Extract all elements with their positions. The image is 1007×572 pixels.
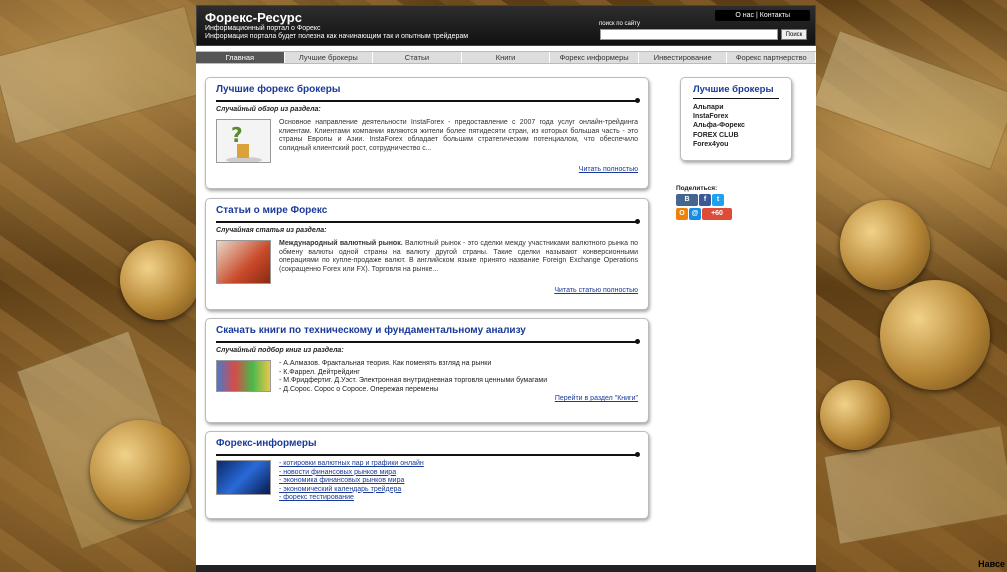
site-footer: [196, 565, 816, 572]
informer-link[interactable]: - форекс тестирование: [279, 494, 354, 501]
brokers-box: Лучшие форекс брокеры Случайный обзор из…: [205, 77, 649, 189]
sidebar-item-instaforex[interactable]: InstaForex: [693, 112, 779, 121]
informers-box-title[interactable]: Форекс-информеры: [216, 438, 638, 449]
charts-pen-image: [216, 240, 271, 284]
list-item[interactable]: - новости финансовых рынков мира: [279, 469, 424, 478]
brokers-read-more-link[interactable]: Читать полностью: [216, 166, 638, 173]
informers-list: - котировки валютных пар и графики онлай…: [279, 460, 424, 503]
share-counter: +60: [711, 210, 723, 217]
brokers-box-subtitle: Случайный обзор из раздела:: [216, 106, 321, 113]
main-nav: Главная Лучшие брокеры Статьи Книги Форе…: [196, 51, 817, 64]
books-list: - А.Алмазов. Фрактальная теория. Как пом…: [279, 360, 547, 394]
articles-box-title[interactable]: Статьи о мире Форекс: [216, 205, 638, 216]
sidebar-item-alfa-forex[interactable]: Альфа-Форекс: [693, 121, 779, 130]
share-label: Поделиться:: [676, 185, 718, 192]
list-item[interactable]: - форекс тестирование: [279, 494, 424, 503]
search-input[interactable]: [600, 29, 778, 40]
google-plus-share-icon[interactable]: +60: [702, 208, 732, 220]
search-button[interactable]: Поиск: [781, 29, 807, 40]
informers-box: Форекс-информеры - котировки валютных па…: [205, 431, 649, 519]
books-section-link[interactable]: Перейти в раздел "Книги": [216, 395, 638, 402]
sidebar-item-forex-club[interactable]: FOREX CLUB: [693, 131, 779, 140]
articles-box: Статьи о мире Форекс Случайная статья из…: [205, 198, 649, 310]
books-box-subtitle: Случайный подбор книг из раздела:: [216, 347, 344, 354]
divider: [693, 98, 779, 99]
site-title[interactable]: Форекс-Ресурс: [205, 10, 302, 25]
list-item[interactable]: - экономический календарь трейдера: [279, 486, 424, 495]
site-header: Форекс-Ресурс Информационный портал о Фо…: [196, 5, 816, 46]
share-panel: Поделиться: Вft О @ +60: [676, 185, 733, 220]
mail-share-icon[interactable]: @: [689, 208, 701, 220]
books-box: Скачать книги по техническому и фундамен…: [205, 318, 649, 423]
nav-item-books[interactable]: Книги: [462, 52, 551, 63]
list-item: - М.Фридфертиг. Д.Уэст. Электронная внут…: [279, 377, 548, 384]
brokers-box-text: Основное направление деятельности InstaF…: [279, 119, 638, 152]
page-container: Форекс-Ресурс Информационный портал о Фо…: [196, 5, 817, 572]
sidebar-item-alpari[interactable]: Альпари: [693, 103, 779, 112]
articles-read-more-link[interactable]: Читать статью полностью: [216, 287, 638, 294]
informer-link[interactable]: - новости финансовых рынков мира: [279, 469, 396, 476]
sidebar-broker-list: Альпари InstaForex Альфа-Форекс FOREX CL…: [693, 103, 779, 149]
brokers-box-title[interactable]: Лучшие форекс брокеры: [216, 84, 638, 95]
informers-image: [216, 460, 271, 495]
best-brokers-sidebar: Лучшие брокеры Альпари InstaForex Альфа-…: [680, 77, 792, 161]
divider: [216, 339, 640, 344]
nav-item-investing[interactable]: Инвестирование: [639, 52, 728, 63]
divider: [216, 219, 640, 224]
informer-link[interactable]: - котировки валютных пар и графики онлай…: [279, 460, 424, 467]
nav-item-home[interactable]: Главная: [196, 52, 285, 63]
list-item: - К.Фаррел. Дейтрейдинг: [279, 368, 360, 376]
twitter-share-icon[interactable]: t: [712, 194, 724, 206]
nav-item-brokers[interactable]: Лучшие брокеры: [285, 52, 374, 63]
nav-item-articles[interactable]: Статьи: [373, 52, 462, 63]
informer-link[interactable]: - экономический календарь трейдера: [279, 486, 401, 493]
articles-box-text-bold: Международный валютный рынок.: [279, 240, 403, 247]
site-description: Информация портала будет полезна как нач…: [205, 33, 469, 40]
articles-box-text: Международный валютный рынок. Валютный р…: [279, 240, 638, 284]
search-label: поиск по сайту: [599, 21, 640, 27]
books-box-title[interactable]: Скачать книги по техническому и фундамен…: [216, 325, 638, 336]
odnoklassniki-share-icon[interactable]: О: [676, 208, 688, 220]
vk-share-icon[interactable]: В: [676, 194, 698, 206]
top-links[interactable]: О нас | Контакты: [715, 10, 810, 21]
sidebar-item-forex4you[interactable]: Forex4you: [693, 140, 779, 149]
books-image: [216, 360, 271, 392]
question-figure-image: ?: [216, 119, 271, 163]
nav-item-partnership[interactable]: Форекс партнерство: [727, 52, 817, 63]
divider: [216, 98, 640, 103]
site-subtitle: Информационный портал о Форекс: [205, 25, 321, 32]
list-item[interactable]: - котировки валютных пар и графики онлай…: [279, 460, 424, 469]
sidebar-title[interactable]: Лучшие брокеры: [693, 84, 779, 95]
divider: [216, 452, 640, 457]
list-item: - Д.Сорос. Сорос о Соросе. Опережая пере…: [279, 385, 439, 393]
corner-text: Навсе: [978, 559, 1005, 569]
list-item[interactable]: - экономика финансовых рынков мира: [279, 477, 424, 486]
list-item: - А.Алмазов. Фрактальная теория. Как пом…: [279, 360, 492, 367]
informer-link[interactable]: - экономика финансовых рынков мира: [279, 477, 404, 484]
articles-box-subtitle: Случайная статья из раздела:: [216, 227, 327, 234]
facebook-share-icon[interactable]: f: [699, 194, 711, 206]
nav-item-informers[interactable]: Форекс информеры: [550, 52, 639, 63]
svg-text:?: ?: [231, 123, 243, 147]
